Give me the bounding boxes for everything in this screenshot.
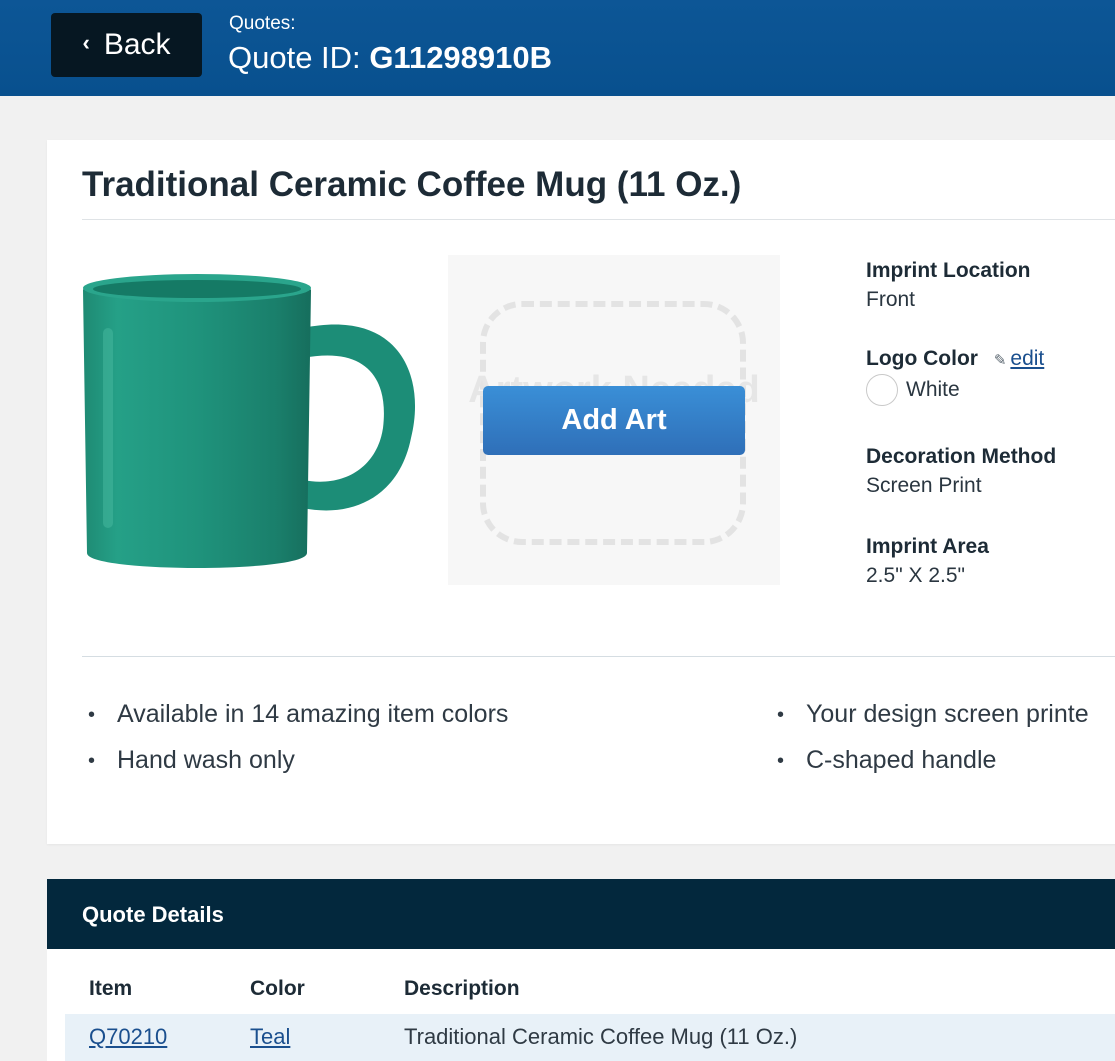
color-cell: Teal <box>250 1024 290 1050</box>
artwork-placeholder: Artwork Needed Add Art <box>448 255 780 585</box>
divider <box>82 656 1115 657</box>
logo-color-label: Logo Color <box>866 347 978 370</box>
product-card: Traditional Ceramic Coffee Mug (11 Oz.) … <box>47 140 1115 844</box>
imprint-location-value: Front <box>866 288 916 311</box>
imprint-location-label: Imprint Location <box>866 259 1031 282</box>
edit-link[interactable]: edit <box>1010 347 1044 370</box>
logo-color: Logo Color ✎ edit White <box>866 347 1044 406</box>
imprint-area: Imprint Area 2.5" X 2.5" <box>866 535 989 588</box>
column-header-color: Color <box>250 977 305 1000</box>
chevron-left-icon: ‹ <box>82 30 90 55</box>
feature-list-right: Your design screen printe C-shaped handl… <box>771 700 1089 792</box>
feature-item: C-shaped handle <box>771 746 1089 792</box>
table-row: Q70210 Teal Traditional Ceramic Coffee M… <box>65 1014 1115 1061</box>
breadcrumb: Quotes: <box>229 13 296 34</box>
decoration-method: Decoration Method Screen Print <box>866 445 1056 498</box>
color-link[interactable]: Teal <box>250 1024 290 1049</box>
divider <box>82 219 1115 220</box>
feature-item: Your design screen printe <box>771 700 1089 746</box>
column-header-description: Description <box>404 977 520 1000</box>
add-art-button[interactable]: Add Art <box>483 386 745 455</box>
imprint-area-value: 2.5" X 2.5" <box>866 564 965 587</box>
quote-id-prefix: Quote ID: <box>228 40 361 75</box>
back-button[interactable]: ‹ Back <box>51 13 202 77</box>
logo-color-row: White <box>866 374 1044 406</box>
quote-details-table: Item Color Description Q70210 Teal Tradi… <box>47 949 1115 1061</box>
logo-color-edit[interactable]: ✎ edit <box>994 347 1044 370</box>
logo-color-value: White <box>906 378 960 401</box>
product-image <box>83 274 416 568</box>
edit-icon: ✎ <box>993 352 1007 369</box>
logo-color-heading: Logo Color ✎ edit <box>866 347 1044 371</box>
decoration-method-label: Decoration Method <box>866 445 1057 468</box>
column-header-item: Item <box>89 977 133 1000</box>
feature-list-left: Available in 14 amazing item colors Hand… <box>82 700 508 792</box>
imprint-location: Imprint Location Front <box>866 259 1031 312</box>
color-swatch <box>866 374 898 406</box>
quote-id: G11298910B <box>369 40 553 75</box>
decoration-method-value: Screen Print <box>866 474 982 497</box>
description-cell: Traditional Ceramic Coffee Mug (11 Oz.) <box>404 1024 798 1049</box>
feature-item: Hand wash only <box>82 746 508 792</box>
imprint-area-label: Imprint Area <box>866 535 989 558</box>
feature-item: Available in 14 amazing item colors <box>82 700 508 746</box>
page-title: Quote ID: G11298910B <box>228 40 552 76</box>
back-button-label: Back <box>103 28 171 61</box>
item-cell: Q70210 <box>89 1024 167 1050</box>
quote-details-header: Quote Details <box>47 879 1115 949</box>
top-header: ‹ Back Quotes: Quote ID: G11298910B <box>0 0 1115 96</box>
item-link[interactable]: Q70210 <box>89 1024 167 1049</box>
product-title: Traditional Ceramic Coffee Mug (11 Oz.) <box>82 165 742 204</box>
